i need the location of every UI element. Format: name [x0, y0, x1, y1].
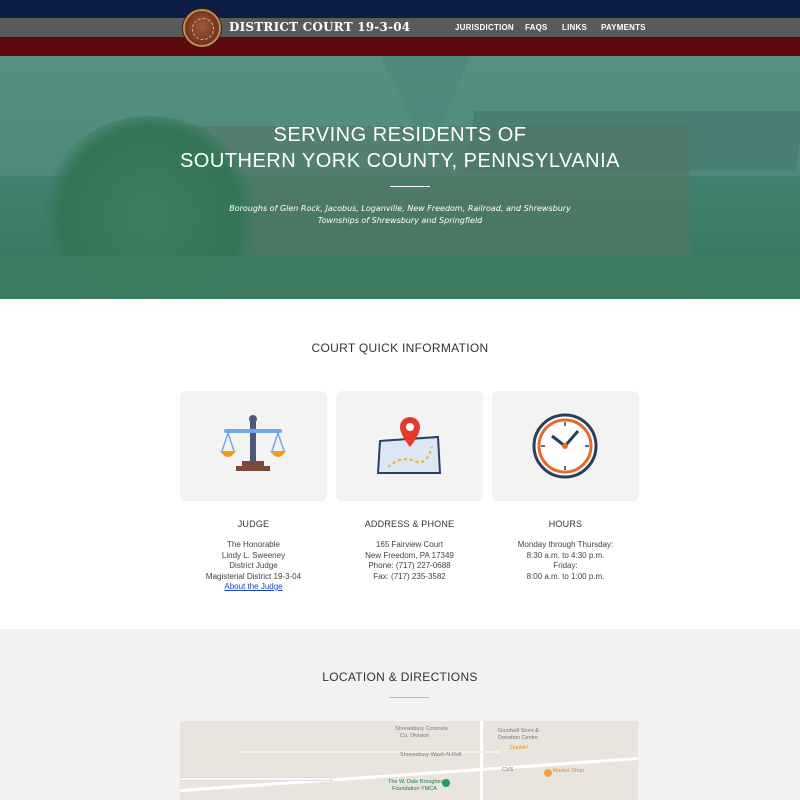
location-divider	[389, 697, 429, 698]
hours-info: HOURS Monday through Thursday: 8:30 a.m.…	[492, 519, 639, 582]
hours-card	[492, 391, 639, 501]
hero-subtitle: Boroughs of Glen Rock, Jacobus, Loganvil…	[229, 204, 571, 225]
phone-number[interactable]: Phone: (717) 227-0688	[336, 561, 483, 572]
judge-card	[180, 391, 327, 501]
about-judge-link[interactable]: About the Judge	[224, 582, 282, 591]
scales-of-justice-icon	[220, 415, 286, 471]
clock-icon	[532, 413, 598, 479]
map-pin-icon	[376, 417, 442, 474]
address-info: ADDRESS & PHONE 165 Fairview Court New F…	[336, 519, 483, 582]
top-band	[0, 0, 800, 18]
location-title: LOCATION & DIRECTIONS	[322, 670, 478, 684]
main-nav: JURISDICTION FAQS LINKS PAYMENTS	[0, 23, 800, 35]
hours-heading: HOURS	[548, 519, 583, 529]
hero-heading: SERVING RESIDENTS OF SOUTHERN YORK COUNT…	[179, 124, 621, 172]
market-pin-icon[interactable]	[544, 769, 552, 777]
embedded-map[interactable]: Shrewsbury Concrete Co. Division Goodwil…	[180, 721, 638, 800]
nav-faqs[interactable]: FAQS	[525, 23, 548, 32]
address-heading: ADDRESS & PHONE	[364, 519, 455, 529]
ymca-pin-icon[interactable]	[442, 779, 450, 787]
nav-payments[interactable]: PAYMENTS	[601, 23, 646, 32]
nav-jurisdiction[interactable]: JURISDICTION	[455, 23, 514, 32]
judge-heading: JUDGE	[237, 519, 270, 529]
judge-info: JUDGE The Honorable Lindy L. Sweeney Dis…	[180, 519, 327, 593]
address-card	[336, 391, 483, 501]
hero-banner: SERVING RESIDENTS OF SOUTHERN YORK COUNT…	[0, 56, 800, 299]
quick-info-title: COURT QUICK INFORMATION	[311, 341, 489, 355]
accent-band	[0, 37, 800, 56]
nav-links[interactable]: LINKS	[562, 23, 587, 32]
hero-divider	[390, 186, 430, 187]
